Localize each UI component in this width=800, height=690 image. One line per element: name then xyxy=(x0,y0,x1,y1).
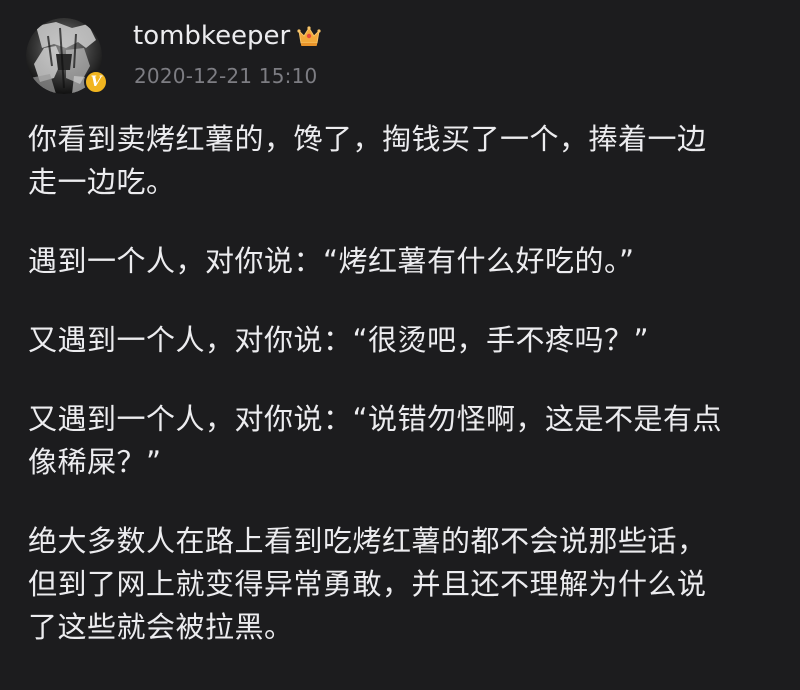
post-card: V tombkeeper 2020-12-21 15:10 你看到卖烤红薯的，馋… xyxy=(0,0,800,690)
paragraph-line: 绝大多数人在路上看到吃烤红薯的都不会说那些话， xyxy=(28,524,707,558)
paragraph-line: 你看到卖烤红薯的，馋了，掏钱买了一个，捧着一边 xyxy=(28,122,707,156)
paragraph-5: 绝大多数人在路上看到吃烤红薯的都不会说那些话， 但到了网上就变得异常勇敢，并且还… xyxy=(28,520,778,649)
paragraph-line: 了这些就会被拉黑。 xyxy=(28,610,294,644)
post-timestamp: 2020-12-21 15:10 xyxy=(134,64,318,88)
paragraph-line: 又遇到一个人，对你说：“说错勿怪啊，这是不是有点 xyxy=(28,402,723,436)
paragraph-line: 又遇到一个人，对你说：“很烫吧，手不疼吗？” xyxy=(28,323,650,357)
paragraph-line: 走一边吃。 xyxy=(28,165,176,199)
paragraph-4: 又遇到一个人，对你说：“说错勿怪啊，这是不是有点 像稀屎？” xyxy=(28,398,778,484)
post-body: 你看到卖烤红薯的，馋了，掏钱买了一个，捧着一边 走一边吃。 遇到一个人，对你说：… xyxy=(28,118,778,685)
paragraph-line: 像稀屎？” xyxy=(28,445,162,479)
avatar[interactable]: V xyxy=(26,18,108,100)
crown-icon[interactable] xyxy=(296,24,322,48)
paragraph-2: 遇到一个人，对你说：“烤红薯有什么好吃的。” xyxy=(28,240,778,283)
username[interactable]: tombkeeper xyxy=(133,21,290,51)
verified-v-icon: V xyxy=(84,70,108,94)
username-row[interactable]: tombkeeper xyxy=(133,21,322,51)
paragraph-line: 但到了网上就变得异常勇敢，并且还不理解为什么说 xyxy=(28,567,707,601)
verified-badge-letter: V xyxy=(90,74,102,90)
paragraph-line: 遇到一个人，对你说：“烤红薯有什么好吃的。” xyxy=(28,244,635,278)
paragraph-1: 你看到卖烤红薯的，馋了，掏钱买了一个，捧着一边 走一边吃。 xyxy=(28,118,778,204)
post-header: V tombkeeper 2020-12-21 15:10 xyxy=(26,18,766,98)
paragraph-3: 又遇到一个人，对你说：“很烫吧，手不疼吗？” xyxy=(28,319,778,362)
